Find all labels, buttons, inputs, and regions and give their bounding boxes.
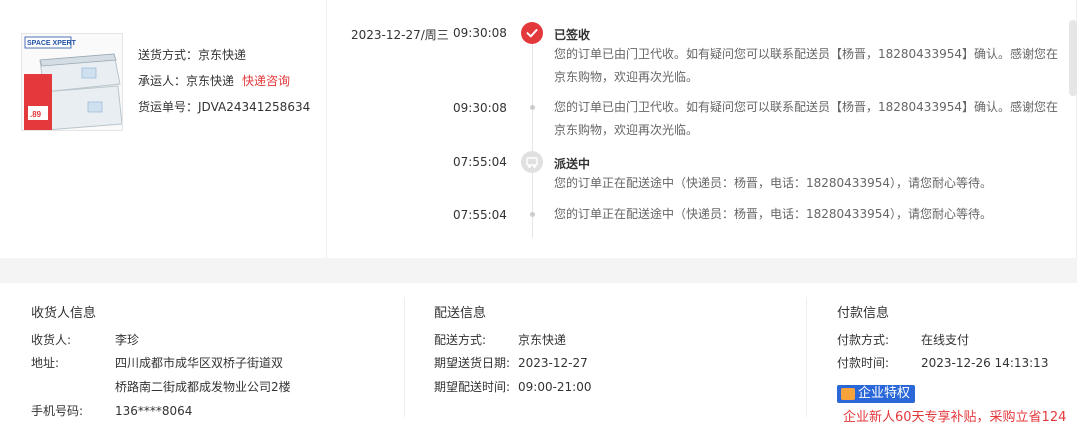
storage-box-image: SPACE XPERT .89 [22, 34, 122, 130]
event-message: 您的订单已由门卫代收。如有疑问您可以联系配送员【杨晋，18280433954】确… [554, 47, 1058, 84]
shipping-method-label: 送货方式： [138, 48, 199, 62]
badge-label: 企业特权 [858, 386, 911, 401]
payment-method-label: 付款方式: [837, 333, 890, 347]
tracking-number-row: 货运单号：JDVA24341258634 [138, 98, 310, 124]
event-time: 09:30:08 [453, 26, 507, 40]
payment-method-row: 付款方式: 在线支付 [837, 331, 969, 349]
delivery-method-row: 配送方式: 京东快递 [434, 331, 566, 349]
carrier-row: 承运人：京东快递 快递咨询 [138, 72, 310, 98]
shipping-method-value: 京东快递 [198, 48, 247, 62]
receiver-phone-value: 136****8064 [115, 404, 193, 418]
delivery-method-value: 京东快递 [518, 333, 567, 347]
shipment-summary: SPACE XPERT .89 送货方式：京东快递 承运人：京东快递快递咨询 [0, 0, 327, 258]
timeline-line [532, 32, 533, 238]
event-time: 07:55:04 [453, 208, 507, 222]
delivery-date-row: 期望送货日期: 2023-12-27 [434, 354, 588, 372]
event-status: 已签收 [554, 28, 591, 42]
tracking-number-label: 货运单号： [138, 100, 199, 114]
payment-time-value: 2023-12-26 14:13:13 [921, 356, 1049, 370]
tracking-number-value: JDVA24341258634 [198, 100, 311, 114]
event-time: 09:30:08 [453, 101, 507, 115]
gift-icon [841, 388, 855, 400]
delivery-date-label: 期望送货日期: [434, 356, 511, 370]
event-status: 派送中 [554, 157, 591, 171]
receiver-title: 收货人信息 [31, 306, 97, 321]
delivery-window-row: 期望配送时间: 09:00-21:00 [434, 378, 592, 396]
payment-method-value: 在线支付 [921, 333, 970, 347]
receiver-phone-row: 手机号码: 136****8064 [31, 402, 192, 420]
timeline-scrollbar[interactable] [1069, 20, 1077, 96]
delivery-method-label: 配送方式: [434, 333, 487, 347]
receiver-name-value: 李珍 [115, 333, 140, 347]
column-divider [806, 297, 807, 417]
column-divider [404, 297, 405, 417]
receiver-address-label: 地址: [31, 356, 60, 370]
receiver-address-line2: 桥路南二街成都成发物业公司2楼 [115, 380, 291, 394]
receiver-address-line1: 四川成都市成华区双桥子街道双 [115, 356, 284, 370]
payment-time-label: 付款时间: [837, 356, 890, 370]
payment-title: 付款信息 [837, 306, 890, 321]
tracking-timeline: 2023-12-27/周三 09:30:08 已签收 您的订单已由门卫代收。如有… [327, 0, 1077, 258]
receiver-phone-label: 手机号码: [31, 404, 84, 418]
dot-icon [530, 212, 535, 217]
product-thumbnail[interactable]: SPACE XPERT .89 [21, 33, 123, 131]
timeline-date: 2023-12-27/周三 [351, 28, 449, 42]
delivery-window-label: 期望配送时间: [434, 380, 511, 394]
order-info-card: 收货人信息 收货人: 李珍 地址: 四川成都市成华区双桥子街道双 桥路南二街成都成… [0, 283, 1077, 434]
courier-inquiry-link[interactable]: 快递咨询 [242, 74, 290, 88]
event-message: 您的订单已由门卫代收。如有疑问您可以联系配送员【杨晋，18280433954】确… [554, 100, 1058, 137]
delivery-window-value: 09:00-21:00 [518, 380, 592, 394]
event-time: 07:55:04 [453, 155, 507, 169]
carrier-label: 承运人： [138, 74, 187, 88]
event-message: 您的订单正在配送途中（快递员：杨晋，电话：18280433954），请您耐心等待… [554, 207, 992, 221]
tracking-card: SPACE XPERT .89 送货方式：京东快递 承运人：京东快递快递咨询 [0, 0, 1077, 258]
delivery-title: 配送信息 [434, 306, 487, 321]
enterprise-privilege-badge[interactable]: 企业特权 [837, 385, 916, 403]
receiver-name-label: 收货人: [31, 333, 72, 347]
payment-time-row: 付款时间: 2023-12-26 14:13:13 [837, 354, 1048, 372]
brand-text: SPACE XPERT [27, 40, 77, 47]
shipping-method-row: 送货方式：京东快递 [138, 46, 310, 72]
enterprise-promo-link[interactable]: 企业新人60天专享补贴，采购立省124 [843, 406, 1066, 425]
event-message: 您的订单正在配送途中（快递员：杨晋，电话：18280433954），请您耐心等待… [554, 176, 992, 190]
check-icon [521, 22, 543, 44]
price-tag-text: .89 [30, 110, 42, 119]
delivery-date-value: 2023-12-27 [518, 356, 588, 370]
shipping-details: 送货方式：京东快递 承运人：京东快递 快递咨询 货运单号：JDVA24341258… [138, 46, 310, 124]
carrier-value: 京东快递 [186, 74, 235, 88]
dot-icon [530, 105, 535, 110]
delivery-icon [521, 151, 543, 173]
receiver-name-row: 收货人: 李珍 [31, 331, 139, 349]
